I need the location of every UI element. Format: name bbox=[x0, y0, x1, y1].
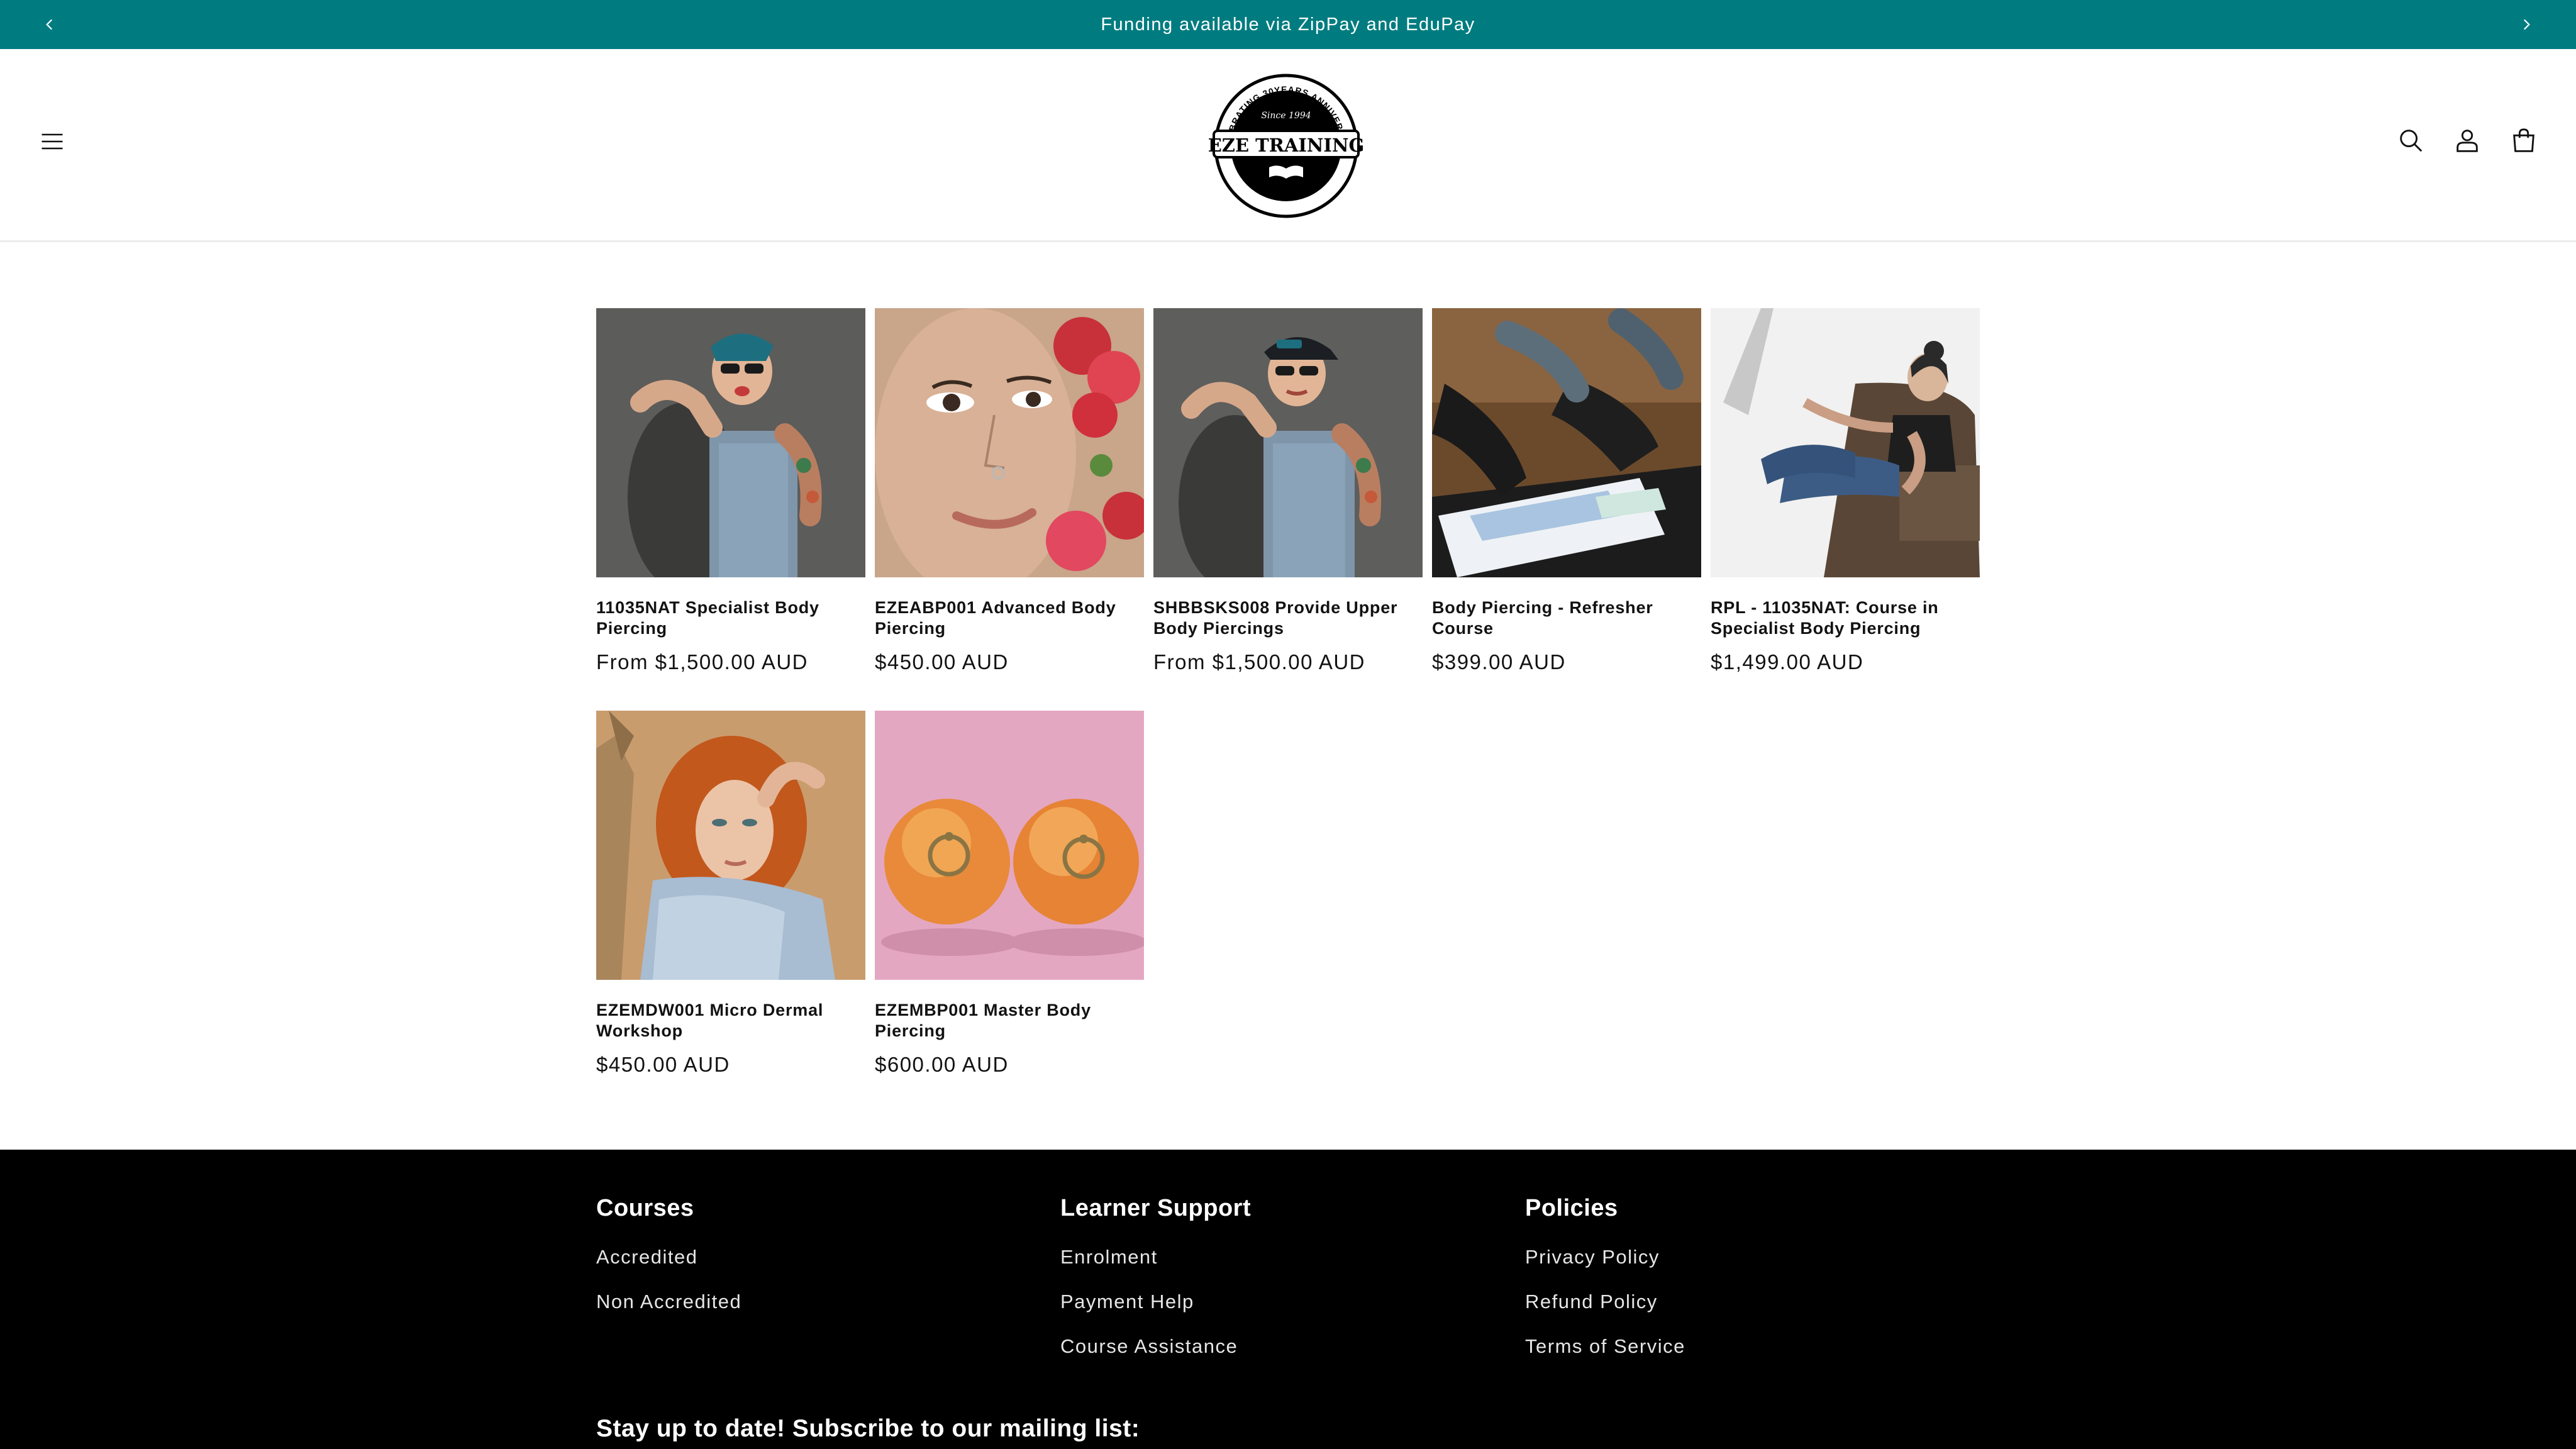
product-photo-piercer-sunglasses bbox=[596, 308, 865, 577]
product-title[interactable]: 11035NAT Specialist Body Piercing bbox=[596, 597, 865, 639]
product-card[interactable]: EZEMBP001 Master Body Piercing $600.00 A… bbox=[875, 711, 1144, 1077]
footer-link-terms-of-service[interactable]: Terms of Service bbox=[1525, 1335, 1685, 1358]
footer-link-course-assistance[interactable]: Course Assistance bbox=[1060, 1335, 1251, 1358]
product-title[interactable]: Body Piercing - Refresher Course bbox=[1432, 597, 1701, 639]
product-image[interactable] bbox=[1432, 308, 1701, 577]
product-title[interactable]: EZEABP001 Advanced Body Piercing bbox=[875, 597, 1144, 639]
footer-link-privacy-policy[interactable]: Privacy Policy bbox=[1525, 1246, 1685, 1269]
product-title[interactable]: RPL - 11035NAT: Course in Specialist Bod… bbox=[1711, 597, 1980, 639]
logo-name-text: EZE TRAINING bbox=[1208, 135, 1365, 156]
product-price: From $1,500.00 AUD bbox=[1153, 650, 1365, 674]
product-title[interactable]: EZEMBP001 Master Body Piercing bbox=[875, 1000, 1144, 1041]
footer-link-accredited[interactable]: Accredited bbox=[596, 1246, 741, 1269]
site-header: CELEBRATING 30YEARS ANNIVERSARY Since 19… bbox=[0, 49, 2576, 242]
eze-training-logo[interactable]: CELEBRATING 30YEARS ANNIVERSARY Since 19… bbox=[1208, 69, 1365, 220]
product-image[interactable] bbox=[875, 308, 1144, 577]
product-image[interactable] bbox=[1711, 308, 1980, 577]
product-price: $600.00 AUD bbox=[875, 1053, 1009, 1076]
footer-link-non-accredited[interactable]: Non Accredited bbox=[596, 1291, 741, 1313]
product-price: $399.00 AUD bbox=[1432, 650, 1566, 674]
search-button[interactable] bbox=[2394, 123, 2428, 157]
product-photo-grapefruits bbox=[875, 711, 1144, 980]
product-card[interactable]: RPL - 11035NAT: Course in Specialist Bod… bbox=[1711, 308, 1980, 674]
product-price: $450.00 AUD bbox=[875, 650, 1009, 674]
previous-announcement-button[interactable] bbox=[25, 0, 74, 49]
product-title[interactable]: SHBBSKS008 Provide Upper Body Piercings bbox=[1153, 597, 1423, 639]
chevron-left-icon bbox=[46, 19, 53, 30]
product-image[interactable] bbox=[875, 711, 1144, 980]
footer-column-policies: Policies Privacy Policy Refund Policy Te… bbox=[1525, 1195, 1685, 1380]
product-photo-laptop-chair bbox=[1711, 308, 1980, 577]
announcement-bar: Funding available via ZipPay and EduPay bbox=[0, 0, 2576, 49]
chevron-right-icon bbox=[2523, 19, 2530, 30]
footer-heading: Policies bbox=[1525, 1195, 1618, 1221]
menu-button[interactable] bbox=[35, 125, 69, 158]
product-photo-gloved-hands bbox=[1432, 308, 1701, 577]
cart-icon bbox=[2513, 128, 2534, 152]
product-image[interactable] bbox=[596, 308, 865, 577]
newsletter-heading: Stay up to date! Subscribe to our mailin… bbox=[596, 1415, 1140, 1442]
footer-link-refund-policy[interactable]: Refund Policy bbox=[1525, 1291, 1685, 1313]
header-actions bbox=[2394, 123, 2541, 157]
footer-column-courses: Courses Accredited Non Accredited bbox=[596, 1195, 741, 1335]
site-footer: Courses Accredited Non Accredited Learne… bbox=[0, 1150, 2576, 1449]
account-icon bbox=[2457, 130, 2478, 152]
next-announcement-button[interactable] bbox=[2502, 0, 2551, 49]
product-image[interactable] bbox=[596, 711, 865, 980]
footer-link-enrolment[interactable]: Enrolment bbox=[1060, 1246, 1251, 1269]
product-price: $450.00 AUD bbox=[596, 1053, 730, 1076]
product-photo-piercer-cap bbox=[1153, 308, 1423, 577]
product-photo-face-flowers bbox=[875, 308, 1144, 577]
product-price: From $1,500.00 AUD bbox=[596, 650, 808, 674]
footer-heading: Courses bbox=[596, 1195, 694, 1221]
product-price: $1,499.00 AUD bbox=[1711, 650, 1864, 674]
search-icon bbox=[2400, 130, 2423, 152]
product-card[interactable]: 11035NAT Specialist Body Piercing From $… bbox=[596, 308, 865, 674]
product-card[interactable]: EZEMDW001 Micro Dermal Workshop $450.00 … bbox=[596, 711, 865, 1077]
product-card[interactable]: EZEABP001 Advanced Body Piercing $450.00… bbox=[875, 308, 1144, 674]
product-title[interactable]: EZEMDW001 Micro Dermal Workshop bbox=[596, 1000, 865, 1041]
account-button[interactable] bbox=[2450, 123, 2484, 157]
footer-column-learner-support: Learner Support Enrolment Payment Help C… bbox=[1060, 1195, 1251, 1380]
logo-since-text: Since 1994 bbox=[1261, 111, 1311, 121]
product-card[interactable]: Body Piercing - Refresher Course $399.00… bbox=[1432, 308, 1701, 674]
cart-button[interactable] bbox=[2507, 123, 2541, 157]
footer-heading: Learner Support bbox=[1060, 1195, 1252, 1221]
announcement-text: Funding available via ZipPay and EduPay bbox=[1101, 14, 1475, 35]
product-card[interactable]: SHBBSKS008 Provide Upper Body Piercings … bbox=[1153, 308, 1423, 674]
footer-link-payment-help[interactable]: Payment Help bbox=[1060, 1291, 1251, 1313]
product-photo-redhead-woman bbox=[596, 711, 865, 980]
menu-icon bbox=[42, 133, 63, 150]
product-image[interactable] bbox=[1153, 308, 1423, 577]
